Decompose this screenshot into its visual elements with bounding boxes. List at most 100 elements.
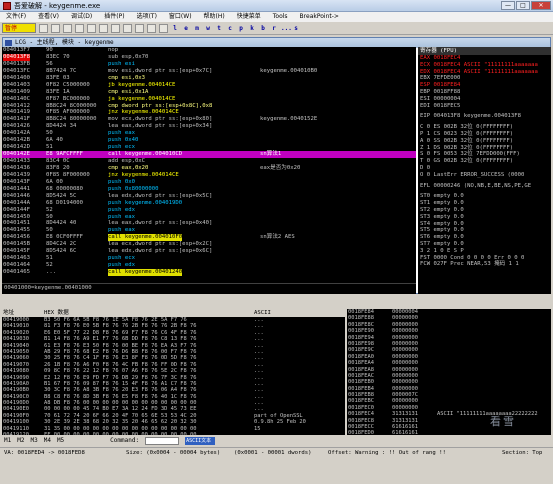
dump-header-address[interactable]: 地址	[3, 309, 14, 317]
register-line[interactable]: ST0 empty 0.0	[420, 193, 551, 200]
toolbar-run-trace[interactable]: ...	[281, 24, 292, 33]
register-line[interactable]: ST5 empty 0.0	[420, 227, 551, 234]
trace-into-icon[interactable]	[123, 23, 132, 33]
register-line[interactable]: EBP 0018FF88	[420, 89, 551, 96]
register-line[interactable]: C 0 ES 002B 32位 0(FFFFFFFF)	[420, 124, 551, 131]
disasm-row[interactable]: 00401456 E8 0CF0FFFF call keygenme.004010F…	[2, 234, 416, 242]
dump-header-ascii[interactable]: ASCII	[254, 309, 271, 317]
disasm-row[interactable]: 00401450 50 push eax	[2, 214, 416, 221]
disasm-row[interactable]: 0040142B 6A 40 push 0x40	[2, 137, 416, 144]
step-into-icon[interactable]	[99, 23, 108, 33]
disasm-row[interactable]: 0040142A 50 push eax	[2, 130, 416, 137]
hex-dump-pane[interactable]: 地址 HEX 数据 ASCII 00419000 B3 50 F6 6A 5B F…	[2, 309, 345, 435]
register-line[interactable]: FCW 027F Prec NEAR,53 掩码 1 1	[420, 261, 551, 268]
disasm-row[interactable]: 0040141F 8B8C24 80000000 mov ecx,dword ptr…	[2, 116, 416, 123]
register-line[interactable]: P 1 CS 0023 32位 0(FFFFFFFF)	[420, 131, 551, 138]
register-line[interactable]: ST2 empty 0.0	[420, 207, 551, 214]
menu-help[interactable]: 帮助(H)	[204, 12, 225, 22]
disasm-row[interactable]: 0040142D 51 push ecx	[2, 144, 416, 151]
menu-tools[interactable]: Tools	[273, 12, 288, 22]
toolbar-cpu[interactable]: c	[226, 24, 234, 33]
register-line[interactable]: 3 2 1 0 E S P	[420, 248, 551, 255]
register-line[interactable]: D 0	[420, 165, 551, 172]
disasm-row[interactable]: 00401441 68 00000080 push 0x80000000	[2, 186, 416, 193]
disasm-row[interactable]: 00401455 50 push eax	[2, 227, 416, 234]
toolbar-patches[interactable]: p	[237, 24, 245, 33]
disasm-row[interactable]: 00401400 83FE 03 cmp esi,0x3	[2, 75, 416, 82]
disasm-row[interactable]: 00401403 0F82 C5000000 jb keygenme.004014C…	[2, 82, 416, 89]
dump-tab-m4[interactable]: M4	[44, 436, 51, 446]
step-over-icon[interactable]	[111, 23, 120, 33]
disasm-row[interactable]: 004013FC 8B7424 7C mov esi,dword ptr ss:[e…	[2, 68, 416, 75]
toolbar-modules[interactable]: e	[182, 24, 190, 33]
menu-breakpoint[interactable]: BreakPoint->	[300, 12, 339, 22]
register-line[interactable]: ESI 00000004	[420, 96, 551, 103]
menu-quick[interactable]: 快捷菜单	[237, 12, 261, 22]
disasm-row[interactable]: 0040144F 52 push edx	[2, 207, 416, 214]
disasm-row[interactable]: 00401436 83F8 20 cmp eax,0x20 eax是否为0x20	[2, 165, 416, 172]
register-line[interactable]: EDX 0018FEC4 ASCII "11111111aaaaaaa	[420, 69, 551, 76]
register-line[interactable]: EIP 004013F8 keygenme.004013F8	[420, 113, 551, 120]
registers-pane[interactable]: 寄存器 (FPU) EAX 0018FEC4 ECX 0018FEC4 ASCII…	[418, 47, 551, 294]
disasm-row[interactable]: 0040145B 8D4C24 2C lea ecx,dword ptr ss:[e…	[2, 241, 416, 248]
disassembly-pane[interactable]: 004013F7 90 nop 004013F8 83EC 70 sub esp,0x70…	[2, 47, 416, 283]
execute-till-return-icon[interactable]	[147, 23, 156, 33]
disasm-row[interactable]: 00401433 83C4 0C add esp,0xC	[2, 158, 416, 165]
toolbar-windows[interactable]: w	[204, 24, 212, 33]
disasm-row[interactable]: 00401409 83FE 1A cmp esi,0x1A	[2, 89, 416, 96]
disasm-row[interactable]: 00401419 0F85 AF000000 jnz keygenme.004014…	[2, 109, 416, 116]
dump-row[interactable]: 00419120 FF 00 00 00 00 00 00 00 00 00 00…	[2, 432, 345, 435]
register-line[interactable]: ECX 0018FEC4 ASCII "11111111aaaaaaa	[420, 62, 551, 69]
maximize-button[interactable]: □	[516, 1, 530, 10]
disasm-row[interactable]: 00401463 51 push ecx	[2, 255, 416, 262]
register-line[interactable]: ST1 empty 0.0	[420, 200, 551, 207]
dump-tab-m1[interactable]: M1	[4, 436, 11, 446]
menu-view[interactable]: 查看(V)	[38, 12, 59, 22]
register-line[interactable]: ST4 empty 0.0	[420, 221, 551, 228]
close-icon[interactable]	[63, 23, 72, 33]
minimize-button[interactable]: —	[501, 1, 515, 10]
disasm-row[interactable]: 0040140C 0F87 BC000000 ja keygenme.004014C…	[2, 96, 416, 103]
register-line[interactable]: EDI 0018FEC5	[420, 103, 551, 110]
register-line[interactable]: ST7 empty 0.0	[420, 241, 551, 248]
disasm-row[interactable]: 00401446 8D5424 5C lea edx,dword ptr ss:[e…	[2, 193, 416, 200]
disasm-row[interactable]: 004013F7 90 nop	[2, 47, 416, 54]
register-line[interactable]: ESP 0018FE84	[420, 82, 551, 89]
run-icon[interactable]	[75, 23, 84, 33]
disasm-row[interactable]: 0040143F 6A 00 push 0x0	[2, 179, 416, 186]
register-line[interactable]: T 0 GS 002B 32位 0(FFFFFFFF)	[420, 158, 551, 165]
toolbar-source[interactable]: s	[292, 24, 300, 33]
disasm-row[interactable]: 00401412 8B8C24 8C000000 cmp dword ptr ss:…	[2, 103, 416, 110]
goto-icon[interactable]	[159, 23, 168, 33]
open-icon[interactable]	[39, 23, 48, 33]
register-line[interactable]: A 0 SS 002B 32位 0(FFFFFFFF)	[420, 138, 551, 145]
disasm-row[interactable]: 00401464 52 push edx	[2, 262, 416, 269]
command-mode-select[interactable]: ASCII文本	[185, 437, 216, 445]
window-title-bar[interactable]: 吾爱破解 - keygenme.exe — □ ✕	[0, 0, 553, 12]
toolbar-callstack[interactable]: k	[248, 24, 256, 33]
disasm-row[interactable]: 0040142E E8 9AFCFFFF call keygenme.004010C…	[2, 151, 416, 158]
toolbar-breakpoints[interactable]: b	[259, 24, 267, 33]
toolbar-log[interactable]: l	[171, 24, 179, 33]
menu-debug[interactable]: 调试(D)	[71, 12, 92, 22]
pause-icon[interactable]	[87, 23, 96, 33]
register-line[interactable]: EAX 0018FEC4	[420, 55, 551, 62]
register-line[interactable]: EFL 00000246 (NO,NB,E,BE,NS,PE,GE	[420, 183, 551, 190]
command-input[interactable]	[145, 437, 180, 445]
menu-window[interactable]: 窗口(W)	[169, 12, 192, 22]
menu-options[interactable]: 选项(T)	[137, 12, 157, 22]
register-line[interactable]: ST3 empty 0.0	[420, 214, 551, 221]
menu-plugins[interactable]: 插件(P)	[104, 12, 124, 22]
menu-file[interactable]: 文件(F)	[6, 12, 26, 22]
disasm-row[interactable]: 00401426 8D4424 34 lea eax,dword ptr ss:[e…	[2, 123, 416, 130]
toolbar-references[interactable]: r	[270, 24, 278, 33]
toolbar-memory[interactable]: m	[193, 24, 201, 33]
toolbar-threads[interactable]: t	[215, 24, 223, 33]
dump-tab-m3[interactable]: M3	[30, 436, 37, 446]
dump-header-hex[interactable]: HEX 数据	[44, 309, 69, 317]
disasm-row[interactable]: 00401465... call keygenme.00401240	[2, 269, 416, 276]
register-line[interactable]: EBX 7EFDE000	[420, 75, 551, 82]
disasm-row[interactable]: 00401451 8D4424 40 lea eax,dword ptr ss:[e…	[2, 220, 416, 227]
dump-tab-m5[interactable]: M5	[57, 436, 64, 446]
dump-tab-m2[interactable]: M2	[17, 436, 24, 446]
